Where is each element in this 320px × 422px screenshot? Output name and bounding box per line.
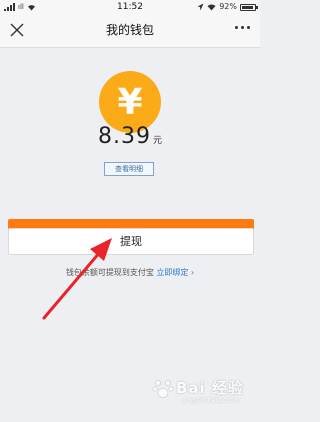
battery-icon (240, 3, 258, 11)
balance-amount: 8.39 (98, 124, 151, 149)
alipay-bind-hint: 钱包余额可提现到支付宝 立即绑定 › (0, 267, 260, 278)
withdraw-button[interactable]: 提现 (8, 228, 254, 255)
battery-percent: 92% (219, 2, 237, 11)
more-options-icon[interactable] (235, 26, 250, 29)
nav-bar: 我的钱包 (0, 14, 260, 48)
watermark-brand: Bai 经验 (176, 379, 244, 397)
status-indicators: 92% (197, 0, 258, 14)
hint-text: 钱包余额可提现到支付宝 (65, 268, 157, 277)
page-title: 我的钱包 (105, 23, 154, 37)
balance-unit: 元 (152, 136, 162, 146)
wifi-icon (207, 4, 216, 11)
balance: 8.39 元 (0, 123, 260, 151)
annotation-arrow-icon (42, 238, 112, 320)
paw-logo-icon (152, 380, 174, 398)
baidu-jingyan-watermark: Bai 经验 jingyan.baidu.com (150, 373, 254, 413)
watermark-url: jingyan.baidu.com (184, 397, 240, 404)
bind-now-link[interactable]: 立即绑定 › (156, 268, 194, 277)
location-icon (197, 3, 204, 11)
status-bar: ıll 11:52 92% (0, 0, 260, 14)
view-details-button[interactable]: 查看明细 (104, 162, 154, 176)
